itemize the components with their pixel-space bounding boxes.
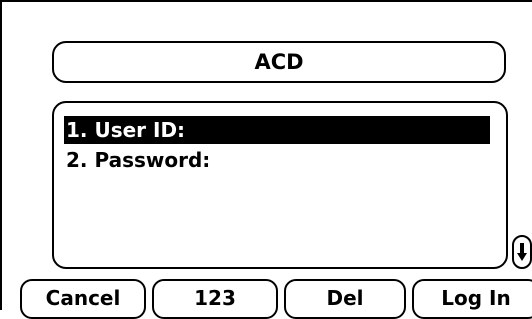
login-field-list: 1. User ID: 2. Password: <box>52 101 508 269</box>
page-title-label: ACD <box>254 50 304 74</box>
down-arrow-icon <box>517 243 527 261</box>
list-item-label: 2. Password: <box>66 148 211 172</box>
delete-button-label: Del <box>326 286 364 310</box>
scroll-down-icon[interactable] <box>512 235 532 269</box>
cancel-button-label: Cancel <box>45 286 121 310</box>
input-mode-button-label: 123 <box>194 286 236 310</box>
input-mode-button[interactable]: 123 <box>152 279 278 319</box>
list-item-password[interactable]: 2. Password: <box>64 146 210 174</box>
cancel-button[interactable]: Cancel <box>20 279 146 319</box>
log-in-button-label: Log In <box>441 286 511 310</box>
log-in-button[interactable]: Log In <box>412 279 532 319</box>
list-item-label: 1. User ID: <box>66 118 186 142</box>
list-item-user-id[interactable]: 1. User ID: <box>64 116 490 144</box>
page-title: ACD <box>52 41 506 83</box>
delete-button[interactable]: Del <box>284 279 406 319</box>
